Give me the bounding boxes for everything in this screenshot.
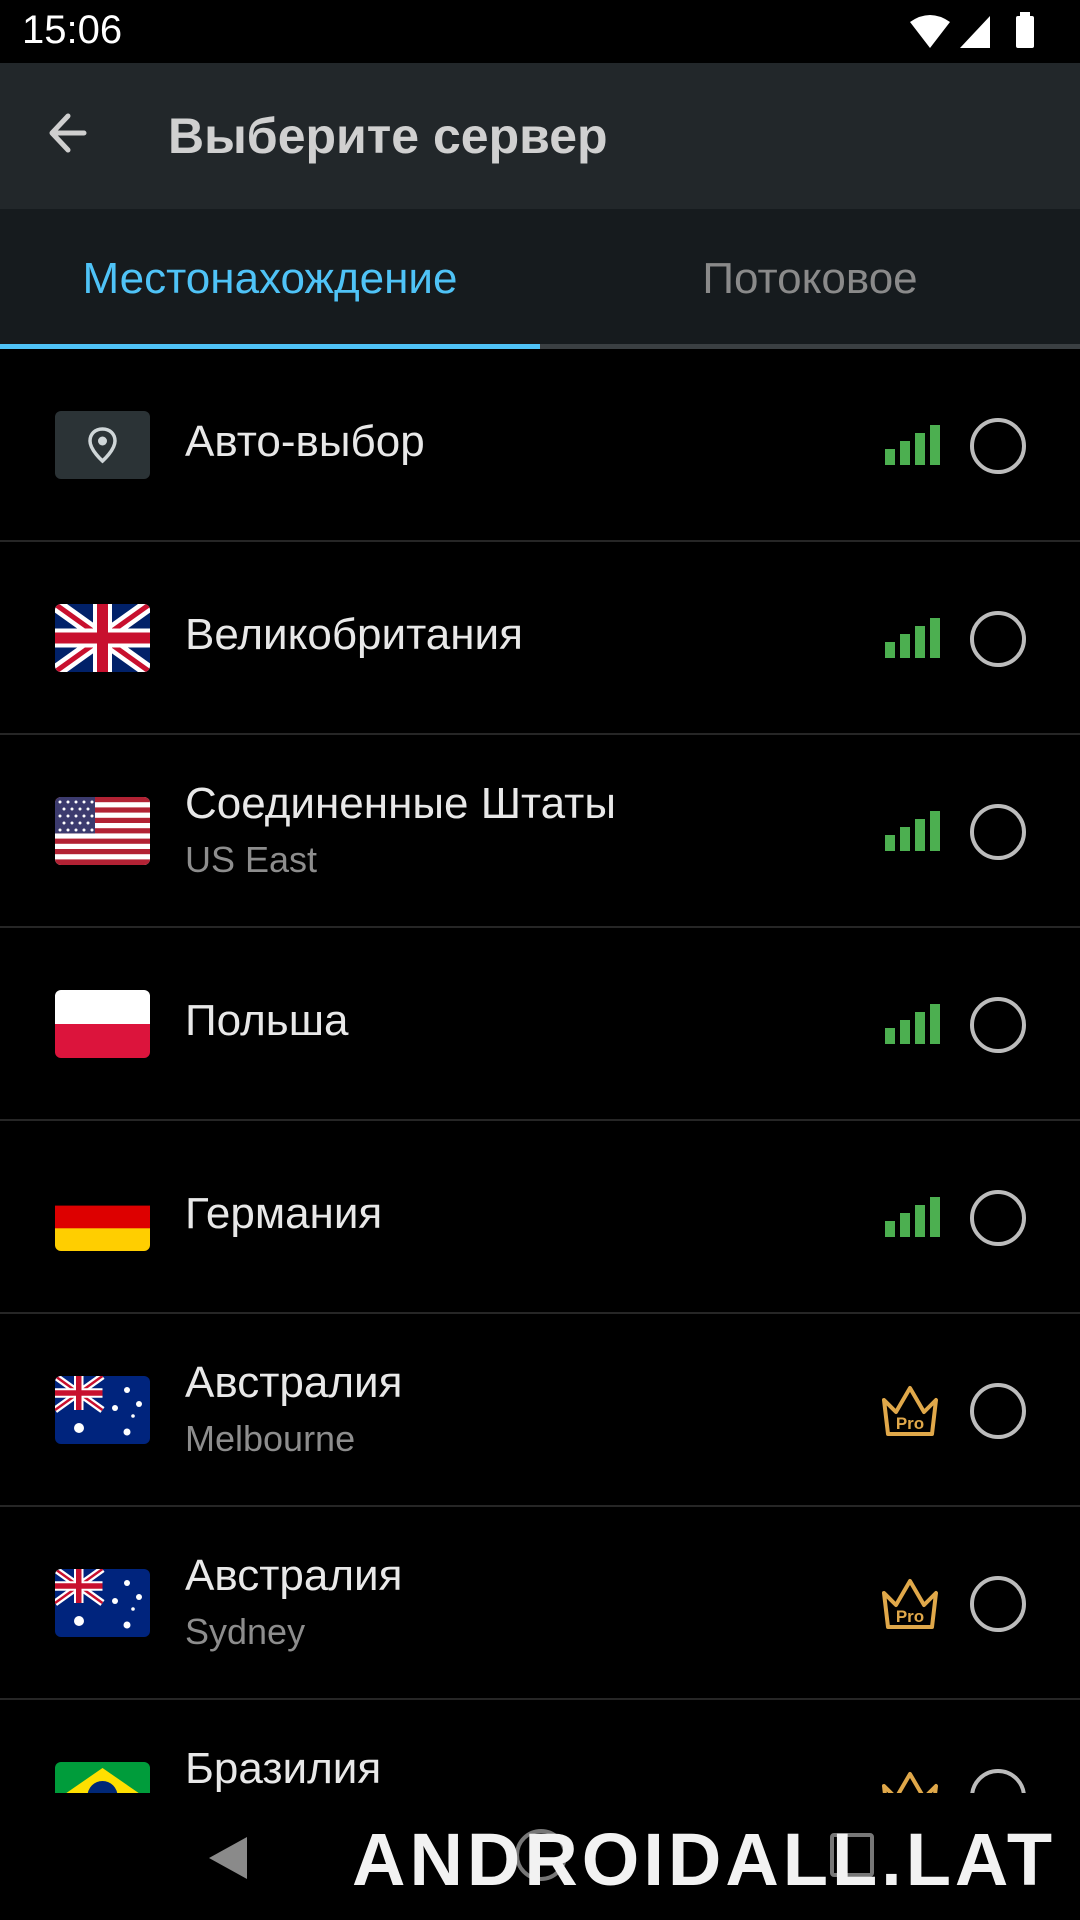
server-radio-button[interactable]: [970, 1576, 1026, 1632]
wifi-icon: [910, 15, 950, 48]
server-name: Великобритания: [185, 610, 523, 659]
server-name: Авто-выбор: [185, 417, 425, 466]
page-title: Выберите сервер: [168, 108, 608, 164]
uk-flag-icon: [55, 604, 150, 672]
pro-badge-text: Pro: [896, 1414, 924, 1433]
tab-bar: Местонахождение Потоковое: [0, 209, 1080, 349]
australia-flag-icon: [55, 1569, 150, 1637]
server-name: Германия: [185, 1189, 383, 1238]
signal-icon: [885, 1004, 940, 1044]
tab-location[interactable]: Местонахождение: [0, 209, 540, 349]
nav-back-icon[interactable]: [205, 1833, 251, 1883]
server-radio-button[interactable]: [970, 611, 1026, 667]
server-row-brazil[interactable]: Бразилия: [0, 1700, 1080, 1793]
poland-flag-icon: [55, 990, 150, 1058]
server-subtitle: US East: [185, 839, 318, 880]
server-radio-button[interactable]: [970, 804, 1026, 860]
pro-crown-icon: Pro: [882, 1386, 938, 1436]
server-name: Австралия: [185, 1551, 403, 1600]
signal-icon: [885, 425, 940, 465]
server-subtitle: Melbourne: [185, 1418, 356, 1459]
germany-flag-icon: [55, 1183, 150, 1251]
server-row-poland[interactable]: Польша: [0, 928, 1080, 1121]
server-row-auto[interactable]: Авто-выбор: [0, 349, 1080, 542]
location-pin-icon: [55, 411, 150, 479]
signal-icon: [885, 1197, 940, 1237]
us-flag-icon: [55, 797, 150, 865]
app-bar: Выберите сервер: [0, 63, 1080, 209]
signal-icon: [885, 618, 940, 658]
server-subtitle: Sydney: [185, 1611, 306, 1652]
pro-crown-icon: [882, 1772, 938, 1793]
server-radio-button[interactable]: [970, 997, 1026, 1053]
signal-icon: [885, 811, 940, 851]
server-row-australia-melbourne[interactable]: Австралия Melbourne Pro: [0, 1314, 1080, 1507]
server-name: Польша: [185, 996, 349, 1045]
server-radio-button[interactable]: [970, 1769, 1026, 1793]
status-bar: 15:06: [0, 0, 1080, 63]
pro-badge-text: Pro: [896, 1607, 924, 1626]
tab-streaming[interactable]: Потоковое: [540, 209, 1080, 349]
back-arrow-icon[interactable]: [40, 103, 100, 163]
server-radio-button[interactable]: [970, 1383, 1026, 1439]
nav-bar: ANDROIDALL.LAT: [0, 1793, 1080, 1920]
brazil-flag-icon: [55, 1762, 150, 1793]
watermark: ANDROIDALL.LAT: [352, 1818, 1057, 1901]
server-name: Соединенные Штаты: [185, 779, 616, 828]
server-name: Бразилия: [185, 1744, 382, 1793]
pro-crown-icon: Pro: [882, 1579, 938, 1629]
battery-icon: [1016, 16, 1034, 48]
cellular-icon: [960, 16, 990, 48]
server-row-germany[interactable]: Германия: [0, 1121, 1080, 1314]
server-name: Австралия: [185, 1358, 403, 1407]
server-list[interactable]: Авто-выбор Великобритания Соединенные Шт…: [0, 349, 1080, 1793]
server-row-uk[interactable]: Великобритания: [0, 542, 1080, 735]
server-radio-button[interactable]: [970, 1190, 1026, 1246]
server-row-us[interactable]: Соединенные Штаты US East: [0, 735, 1080, 928]
status-icons: [910, 12, 1034, 48]
server-radio-button[interactable]: [970, 418, 1026, 474]
australia-flag-icon: [55, 1376, 150, 1444]
status-time: 15:06: [22, 8, 123, 52]
server-row-australia-sydney[interactable]: Австралия Sydney Pro: [0, 1507, 1080, 1700]
